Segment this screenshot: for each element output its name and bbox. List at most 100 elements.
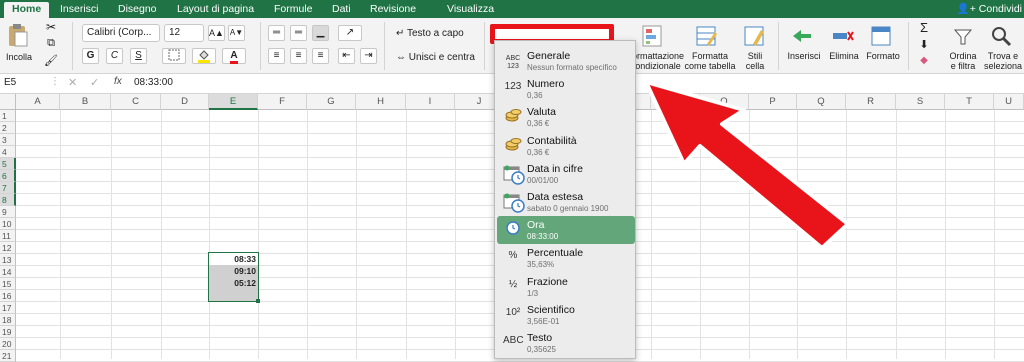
row-header-1[interactable]: 1 [0, 110, 16, 122]
tab-formule[interactable]: Formule [266, 2, 321, 18]
row-header-21[interactable]: 21 [0, 350, 16, 362]
format-option-scientifico[interactable]: 10² Scientifico 3,56E-01 [497, 301, 635, 329]
fill-handle[interactable] [256, 299, 260, 303]
column-header-a[interactable]: A [16, 94, 60, 110]
row-header-7[interactable]: 7 [0, 182, 16, 194]
tab-layout-di-pagina[interactable]: Layout di pagina [169, 2, 262, 18]
row-header-3[interactable]: 3 [0, 134, 16, 146]
font-color-button[interactable]: A [222, 48, 246, 64]
row-header-15[interactable]: 15 [0, 278, 16, 290]
column-header-g[interactable]: G [307, 94, 356, 110]
format-option-data-estesa[interactable]: Data estesa sabato 0 gennaio 1900 [497, 188, 635, 216]
row-header-5[interactable]: 5 [0, 158, 16, 170]
underline-button[interactable]: S [130, 48, 147, 64]
column-header-s[interactable]: S [896, 94, 945, 110]
tab-visualizza[interactable]: Visualizza [439, 2, 502, 18]
row-header-11[interactable]: 11 [0, 230, 16, 242]
cancel-icon[interactable]: ✕ [68, 76, 77, 89]
tab-home[interactable]: Home [4, 2, 50, 18]
tab-dati[interactable]: Dati [324, 2, 359, 18]
red-arrow-annotation [644, 80, 850, 250]
cell-styles-icon[interactable] [742, 24, 768, 50]
conditional-formatting-icon[interactable] [640, 24, 666, 50]
share-button[interactable]: 👤+ Condividi [957, 2, 1022, 15]
format-option-data-in-cifre[interactable]: Data in cifre 00/01/00 [497, 160, 635, 188]
row-header-4[interactable]: 4 [0, 146, 16, 158]
format-option-frazione[interactable]: ½ Frazione 1/3 [497, 273, 635, 301]
format-painter-icon[interactable]: 🖌 [44, 54, 58, 68]
decrease-indent-button[interactable]: ⇤ [338, 48, 355, 64]
row-header-17[interactable]: 17 [0, 302, 16, 314]
wrap-text-button[interactable]: ↵ Testo a capo [396, 28, 464, 39]
format-option-numero[interactable]: 123 Numero 0,36 [497, 75, 635, 103]
format-option-valuta[interactable]: Valuta 0,36 € [497, 103, 635, 131]
row-header-8[interactable]: 8 [0, 194, 16, 206]
column-header-e[interactable]: E [209, 94, 258, 110]
font-name-select[interactable]: Calibri (Corp... [82, 24, 160, 42]
align-middle-button[interactable]: ═ [290, 25, 307, 41]
search-icon[interactable] [988, 24, 1014, 48]
format-option-testo[interactable]: ABC Testo 0,35625 [497, 329, 635, 357]
row-header-16[interactable]: 16 [0, 290, 16, 302]
orientation-button[interactable]: ↗ [338, 25, 362, 41]
autosum-icon[interactable]: Σ [916, 20, 932, 35]
borders-button[interactable] [162, 48, 186, 64]
format-option-ora[interactable]: Ora 08:33:00 [497, 216, 635, 245]
column-header-f[interactable]: F [258, 94, 307, 110]
increase-indent-button[interactable]: ⇥ [360, 48, 377, 64]
insert-cells-icon[interactable] [790, 24, 816, 50]
row-header-14[interactable]: 14 [0, 266, 16, 278]
align-right-button[interactable]: ≡ [312, 48, 329, 64]
eraser-icon[interactable]: ◆ [916, 55, 932, 69]
format-cells-icon[interactable] [868, 24, 894, 50]
shrink-font-button[interactable]: A▼ [228, 25, 245, 41]
row-header-12[interactable]: 12 [0, 242, 16, 254]
font-size-select[interactable]: 12 [164, 24, 204, 42]
row-header-6[interactable]: 6 [0, 170, 16, 182]
row-header-18[interactable]: 18 [0, 314, 16, 326]
paste-button[interactable] [6, 22, 30, 48]
format-option-generale[interactable]: ABC 123 Generale Nessun formato specifico [497, 47, 635, 75]
sort-filter-icon[interactable] [950, 24, 976, 48]
format-option-contabilita[interactable]: Contabilità 0,36 € [497, 132, 635, 160]
grow-font-button[interactable]: A▲ [208, 25, 225, 41]
italic-button[interactable]: C [106, 48, 123, 64]
tab-inserisci[interactable]: Inserisci [52, 2, 107, 18]
column-header-d[interactable]: D [161, 94, 209, 110]
select-all-corner[interactable] [0, 94, 16, 110]
tab-revisione[interactable]: Revisione [362, 2, 424, 18]
align-left-button[interactable]: ≡ [268, 48, 285, 64]
column-header-t[interactable]: T [945, 94, 994, 110]
cell-e7[interactable]: 05:12 [210, 278, 256, 288]
column-header-b[interactable]: B [60, 94, 111, 110]
format-option-percentuale[interactable]: % Percentuale 35,63% [497, 244, 635, 272]
align-center-button[interactable]: ≡ [290, 48, 307, 64]
function-icon[interactable]: fx [114, 76, 122, 87]
scissors-icon[interactable]: ✂ [44, 20, 58, 34]
column-header-u[interactable]: U [994, 94, 1024, 110]
cell-e6[interactable]: 09:10 [210, 266, 256, 276]
format-as-table-icon[interactable] [694, 24, 720, 50]
merge-center-button[interactable]: ⇔ Unisci e centra [396, 52, 475, 63]
confirm-icon[interactable]: ✓ [90, 76, 99, 89]
row-header-2[interactable]: 2 [0, 122, 16, 134]
fill-down-icon[interactable]: ⬇ [916, 38, 932, 52]
row-header-19[interactable]: 19 [0, 326, 16, 338]
fill-color-button[interactable] [192, 48, 216, 64]
row-header-20[interactable]: 20 [0, 338, 16, 350]
row-header-10[interactable]: 10 [0, 218, 16, 230]
bold-button[interactable]: G [82, 48, 99, 64]
formula-input[interactable]: 08:33:00 [134, 77, 173, 88]
row-header-13[interactable]: 13 [0, 254, 16, 266]
align-bottom-button[interactable]: ▁ [312, 25, 329, 41]
column-header-h[interactable]: H [356, 94, 406, 110]
column-header-i[interactable]: I [406, 94, 455, 110]
row-header-9[interactable]: 9 [0, 206, 16, 218]
delete-cells-icon[interactable] [830, 24, 856, 50]
cell-e5[interactable]: 08:33 [210, 254, 256, 264]
copy-icon[interactable]: ⧉ [44, 37, 58, 51]
tab-disegno[interactable]: Disegno [110, 2, 165, 18]
name-box[interactable]: E5 [4, 77, 16, 88]
column-header-c[interactable]: C [111, 94, 161, 110]
align-top-button[interactable]: ═ [268, 25, 285, 41]
